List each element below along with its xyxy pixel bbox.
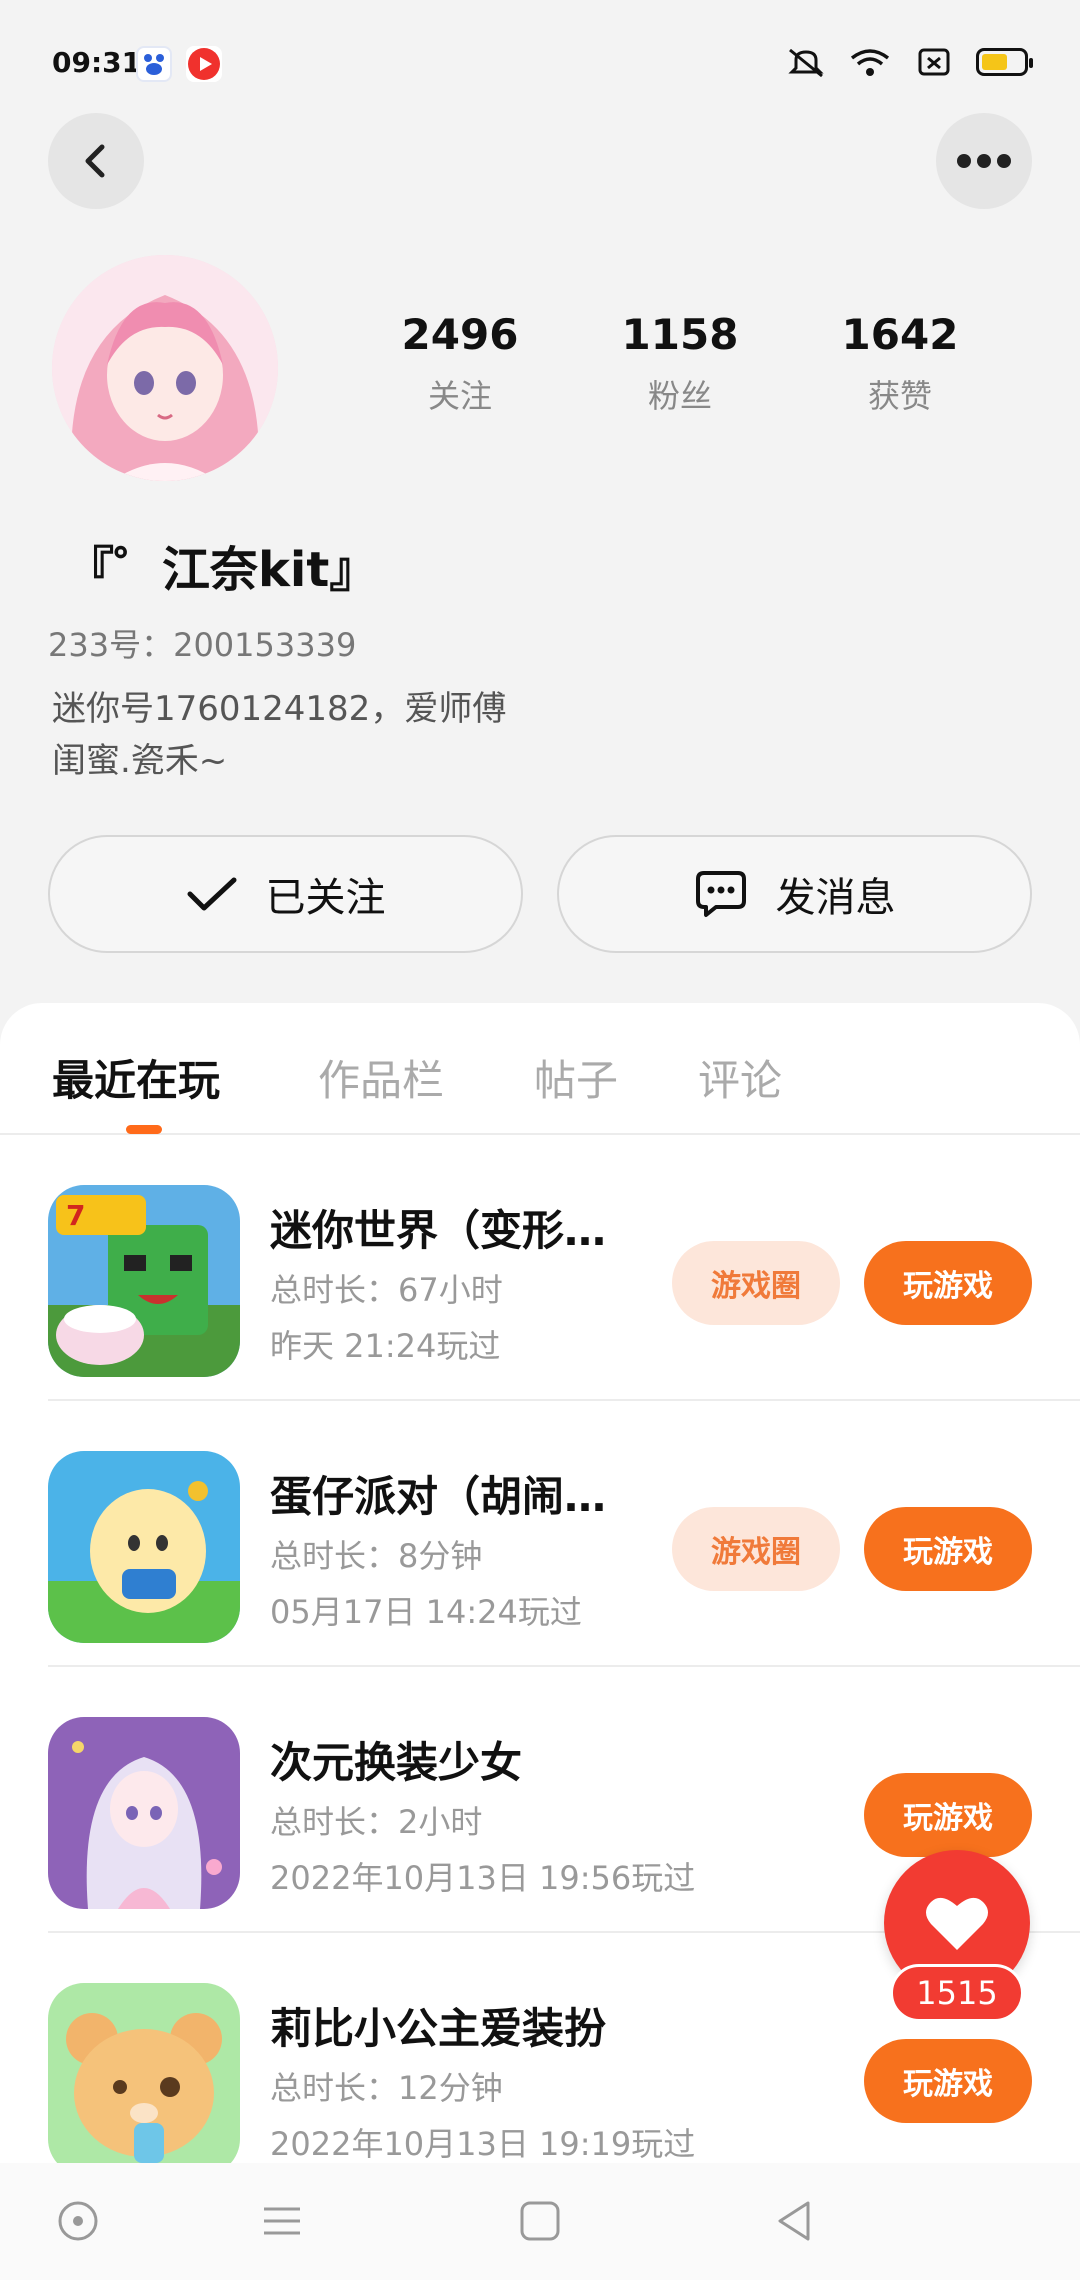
baidu-app-icon	[136, 46, 172, 82]
game-icon-eggy-party[interactable]	[48, 1451, 240, 1643]
stat-followers[interactable]: 1158 粉丝	[570, 310, 790, 417]
game-duration: 总时长：8分钟	[270, 1537, 483, 1575]
tab-bar: 最近在玩 作品栏 帖子 评论	[0, 1003, 1080, 1135]
followed-button[interactable]: 已关注	[48, 835, 523, 953]
stat-likes[interactable]: 1642 获赞	[790, 310, 1010, 417]
play-game-button[interactable]: 玩游戏	[864, 1507, 1032, 1591]
send-message-button[interactable]: 发消息	[557, 835, 1032, 953]
status-icons	[784, 46, 1033, 78]
profile-stats: 2496 关注 1158 粉丝 1642 获赞	[350, 310, 1010, 417]
game-last-played: 05月17日 14:24玩过	[270, 1593, 582, 1631]
chat-bubble-icon	[695, 871, 746, 917]
bio-line: 闺蜜.瓷禾~	[52, 741, 228, 781]
game-title[interactable]: 次元换装少女	[270, 1729, 670, 1790]
menu-icon[interactable]	[254, 2193, 310, 2249]
game-last-played: 2022年10月13日 19:19玩过	[270, 2125, 696, 2163]
stat-label: 关注	[427, 377, 492, 415]
video-app-icon	[186, 46, 222, 82]
game-duration: 总时长：12分钟	[270, 2069, 503, 2107]
stat-value: 1158	[621, 310, 739, 359]
user-id: 233号：200153339	[48, 626, 357, 664]
play-game-button[interactable]: 玩游戏	[864, 1773, 1032, 1857]
game-title[interactable]: 迷你世界（变形…	[270, 1197, 670, 1258]
stat-value: 1642	[841, 310, 959, 359]
sim-icon	[918, 48, 950, 76]
system-nav-bar	[0, 2163, 1080, 2280]
bio: 迷你号1760124182，爱师傅 闺蜜.瓷禾~	[52, 683, 652, 787]
stat-label: 粉丝	[647, 377, 712, 415]
avatar[interactable]	[52, 255, 278, 481]
mute-icon	[788, 48, 824, 78]
send-message-label: 发消息	[775, 875, 896, 921]
battery-icon	[976, 48, 1033, 76]
tab-comments[interactable]: 评论	[698, 1047, 782, 1108]
tab-recently-played[interactable]: 最近在玩	[52, 1047, 220, 1108]
check-icon	[187, 877, 236, 911]
game-title[interactable]: 莉比小公主爱装扮	[270, 1995, 670, 2056]
status-bar: 09:31	[0, 0, 1080, 120]
back-button[interactable]	[48, 113, 144, 209]
more-dots-icon	[957, 154, 1011, 168]
chevron-left-icon	[85, 144, 105, 178]
game-duration: 总时长：67小时	[270, 1271, 503, 1309]
stat-label: 获赞	[867, 377, 932, 415]
play-game-button[interactable]: 玩游戏	[864, 2039, 1032, 2123]
game-last-played: 昨天 21:24玩过	[270, 1327, 501, 1365]
heart-icon	[926, 1897, 988, 1950]
back-nav-icon[interactable]	[766, 2193, 822, 2249]
wifi-icon	[850, 49, 890, 76]
list-item[interactable]: 7 迷你世界（变形… 总时长：67小时 昨天 21:24玩过 游戏圈 玩游戏	[48, 1135, 1080, 1401]
game-circle-button[interactable]: 游戏圈	[672, 1507, 840, 1591]
list-item[interactable]: 蛋仔派对（胡闹… 总时长：8分钟 05月17日 14:24玩过 游戏圈 玩游戏	[48, 1401, 1080, 1667]
stat-following[interactable]: 2496 关注	[350, 310, 570, 417]
assistant-icon[interactable]	[50, 2193, 106, 2249]
game-icon-mini-world[interactable]: 7	[48, 1185, 240, 1377]
like-count-badge: 1515	[890, 1964, 1024, 2022]
game-title[interactable]: 蛋仔派对（胡闹…	[270, 1463, 670, 1524]
tab-indicator	[126, 1125, 162, 1134]
play-game-button[interactable]: 玩游戏	[864, 1241, 1032, 1325]
tab-works[interactable]: 作品栏	[318, 1047, 444, 1108]
status-time: 09:31	[52, 46, 142, 79]
battery-fill	[982, 54, 1008, 70]
bio-line: 迷你号1760124182，爱师傅	[52, 689, 507, 729]
game-duration: 总时长：2小时	[270, 1803, 483, 1841]
game-circle-button[interactable]: 游戏圈	[672, 1241, 840, 1325]
followed-label: 已关注	[265, 875, 386, 921]
stat-value: 2496	[401, 310, 519, 359]
game-icon-dress-up-girl[interactable]	[48, 1717, 240, 1909]
tab-posts[interactable]: 帖子	[534, 1047, 618, 1108]
game-last-played: 2022年10月13日 19:56玩过	[270, 1859, 696, 1897]
home-icon[interactable]	[512, 2193, 568, 2249]
more-button[interactable]	[936, 113, 1032, 209]
svg-text:7: 7	[66, 1199, 85, 1232]
username: 『゜江奈kit』	[66, 542, 378, 598]
game-icon-princess-libby[interactable]	[48, 1983, 240, 2163]
